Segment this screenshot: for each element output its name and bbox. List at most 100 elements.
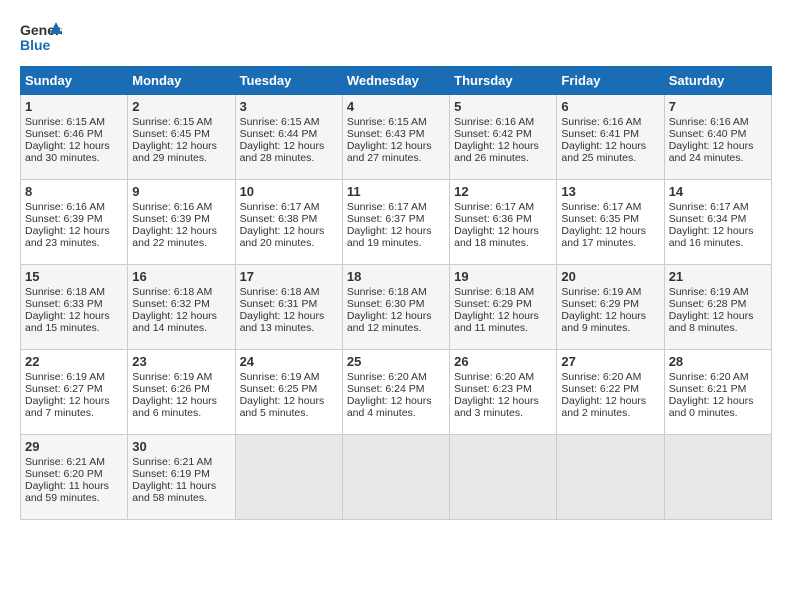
- sunrise-text: Sunrise: 6:16 AM: [25, 201, 105, 213]
- sunrise-text: Sunrise: 6:18 AM: [240, 286, 320, 298]
- cell-2-4: 11 Sunrise: 6:17 AM Sunset: 6:37 PM Dayl…: [342, 180, 449, 265]
- sunset-text: Sunset: 6:40 PM: [669, 128, 747, 140]
- daylight-text: Daylight: 12 hours and 9 minutes.: [561, 310, 646, 334]
- sunrise-text: Sunrise: 6:16 AM: [132, 201, 212, 213]
- daylight-text: Daylight: 12 hours and 11 minutes.: [454, 310, 539, 334]
- cell-4-1: 22 Sunrise: 6:19 AM Sunset: 6:27 PM Dayl…: [21, 350, 128, 435]
- cell-2-7: 14 Sunrise: 6:17 AM Sunset: 6:34 PM Dayl…: [664, 180, 771, 265]
- day-number: 25: [347, 354, 445, 369]
- sunset-text: Sunset: 6:19 PM: [132, 468, 210, 480]
- week-row-2: 8 Sunrise: 6:16 AM Sunset: 6:39 PM Dayli…: [21, 180, 772, 265]
- sunset-text: Sunset: 6:26 PM: [132, 383, 210, 395]
- sunrise-text: Sunrise: 6:20 AM: [347, 371, 427, 383]
- sunset-text: Sunset: 6:41 PM: [561, 128, 639, 140]
- cell-1-3: 3 Sunrise: 6:15 AM Sunset: 6:44 PM Dayli…: [235, 95, 342, 180]
- daylight-text: Daylight: 12 hours and 6 minutes.: [132, 395, 217, 419]
- daylight-text: Daylight: 11 hours and 59 minutes.: [25, 480, 109, 504]
- cell-5-2: 30 Sunrise: 6:21 AM Sunset: 6:19 PM Dayl…: [128, 435, 235, 520]
- header-thursday: Thursday: [450, 67, 557, 95]
- daylight-text: Daylight: 12 hours and 5 minutes.: [240, 395, 325, 419]
- sunrise-text: Sunrise: 6:17 AM: [347, 201, 427, 213]
- cell-3-6: 20 Sunrise: 6:19 AM Sunset: 6:29 PM Dayl…: [557, 265, 664, 350]
- daylight-text: Daylight: 12 hours and 3 minutes.: [454, 395, 539, 419]
- sunset-text: Sunset: 6:29 PM: [561, 298, 639, 310]
- day-number: 2: [132, 99, 230, 114]
- day-number: 16: [132, 269, 230, 284]
- sunset-text: Sunset: 6:27 PM: [25, 383, 103, 395]
- day-number: 28: [669, 354, 767, 369]
- daylight-text: Daylight: 12 hours and 14 minutes.: [132, 310, 217, 334]
- header-saturday: Saturday: [664, 67, 771, 95]
- cell-4-6: 27 Sunrise: 6:20 AM Sunset: 6:22 PM Dayl…: [557, 350, 664, 435]
- sunset-text: Sunset: 6:22 PM: [561, 383, 639, 395]
- daylight-text: Daylight: 12 hours and 12 minutes.: [347, 310, 432, 334]
- day-number: 14: [669, 184, 767, 199]
- cell-4-4: 25 Sunrise: 6:20 AM Sunset: 6:24 PM Dayl…: [342, 350, 449, 435]
- cell-3-5: 19 Sunrise: 6:18 AM Sunset: 6:29 PM Dayl…: [450, 265, 557, 350]
- daylight-text: Daylight: 12 hours and 22 minutes.: [132, 225, 217, 249]
- sunrise-text: Sunrise: 6:16 AM: [454, 116, 534, 128]
- sunset-text: Sunset: 6:21 PM: [669, 383, 747, 395]
- cell-1-1: 1 Sunrise: 6:15 AM Sunset: 6:46 PM Dayli…: [21, 95, 128, 180]
- daylight-text: Daylight: 12 hours and 26 minutes.: [454, 140, 539, 164]
- cell-3-3: 17 Sunrise: 6:18 AM Sunset: 6:31 PM Dayl…: [235, 265, 342, 350]
- day-number: 5: [454, 99, 552, 114]
- day-number: 12: [454, 184, 552, 199]
- daylight-text: Daylight: 12 hours and 18 minutes.: [454, 225, 539, 249]
- day-number: 20: [561, 269, 659, 284]
- sunrise-text: Sunrise: 6:21 AM: [132, 456, 212, 468]
- daylight-text: Daylight: 12 hours and 15 minutes.: [25, 310, 110, 334]
- day-number: 4: [347, 99, 445, 114]
- cell-1-6: 6 Sunrise: 6:16 AM Sunset: 6:41 PM Dayli…: [557, 95, 664, 180]
- sunset-text: Sunset: 6:37 PM: [347, 213, 425, 225]
- daylight-text: Daylight: 12 hours and 17 minutes.: [561, 225, 646, 249]
- header-row: SundayMondayTuesdayWednesdayThursdayFrid…: [21, 67, 772, 95]
- cell-2-5: 12 Sunrise: 6:17 AM Sunset: 6:36 PM Dayl…: [450, 180, 557, 265]
- sunrise-text: Sunrise: 6:19 AM: [240, 371, 320, 383]
- sunrise-text: Sunrise: 6:16 AM: [561, 116, 641, 128]
- svg-text:Blue: Blue: [20, 37, 51, 53]
- cell-4-2: 23 Sunrise: 6:19 AM Sunset: 6:26 PM Dayl…: [128, 350, 235, 435]
- sunset-text: Sunset: 6:43 PM: [347, 128, 425, 140]
- cell-5-4: [342, 435, 449, 520]
- daylight-text: Daylight: 12 hours and 29 minutes.: [132, 140, 217, 164]
- daylight-text: Daylight: 12 hours and 19 minutes.: [347, 225, 432, 249]
- daylight-text: Daylight: 12 hours and 23 minutes.: [25, 225, 110, 249]
- calendar-table: SundayMondayTuesdayWednesdayThursdayFrid…: [20, 66, 772, 520]
- sunrise-text: Sunrise: 6:17 AM: [561, 201, 641, 213]
- day-number: 22: [25, 354, 123, 369]
- sunrise-text: Sunrise: 6:20 AM: [454, 371, 534, 383]
- day-number: 30: [132, 439, 230, 454]
- sunset-text: Sunset: 6:20 PM: [25, 468, 103, 480]
- cell-5-7: [664, 435, 771, 520]
- header-tuesday: Tuesday: [235, 67, 342, 95]
- day-number: 9: [132, 184, 230, 199]
- day-number: 13: [561, 184, 659, 199]
- daylight-text: Daylight: 12 hours and 16 minutes.: [669, 225, 754, 249]
- daylight-text: Daylight: 11 hours and 58 minutes.: [132, 480, 216, 504]
- header-friday: Friday: [557, 67, 664, 95]
- daylight-text: Daylight: 12 hours and 25 minutes.: [561, 140, 646, 164]
- day-number: 23: [132, 354, 230, 369]
- sunrise-text: Sunrise: 6:15 AM: [25, 116, 105, 128]
- cell-4-3: 24 Sunrise: 6:19 AM Sunset: 6:25 PM Dayl…: [235, 350, 342, 435]
- daylight-text: Daylight: 12 hours and 30 minutes.: [25, 140, 110, 164]
- sunset-text: Sunset: 6:35 PM: [561, 213, 639, 225]
- cell-3-2: 16 Sunrise: 6:18 AM Sunset: 6:32 PM Dayl…: [128, 265, 235, 350]
- week-row-5: 29 Sunrise: 6:21 AM Sunset: 6:20 PM Dayl…: [21, 435, 772, 520]
- day-number: 29: [25, 439, 123, 454]
- logo-svg: General Blue: [20, 20, 62, 56]
- sunset-text: Sunset: 6:42 PM: [454, 128, 532, 140]
- day-number: 21: [669, 269, 767, 284]
- sunrise-text: Sunrise: 6:18 AM: [132, 286, 212, 298]
- day-number: 18: [347, 269, 445, 284]
- sunset-text: Sunset: 6:44 PM: [240, 128, 318, 140]
- sunset-text: Sunset: 6:23 PM: [454, 383, 532, 395]
- sunrise-text: Sunrise: 6:15 AM: [132, 116, 212, 128]
- sunset-text: Sunset: 6:28 PM: [669, 298, 747, 310]
- daylight-text: Daylight: 12 hours and 28 minutes.: [240, 140, 325, 164]
- sunrise-text: Sunrise: 6:16 AM: [669, 116, 749, 128]
- sunrise-text: Sunrise: 6:18 AM: [347, 286, 427, 298]
- sunrise-text: Sunrise: 6:19 AM: [669, 286, 749, 298]
- sunrise-text: Sunrise: 6:18 AM: [454, 286, 534, 298]
